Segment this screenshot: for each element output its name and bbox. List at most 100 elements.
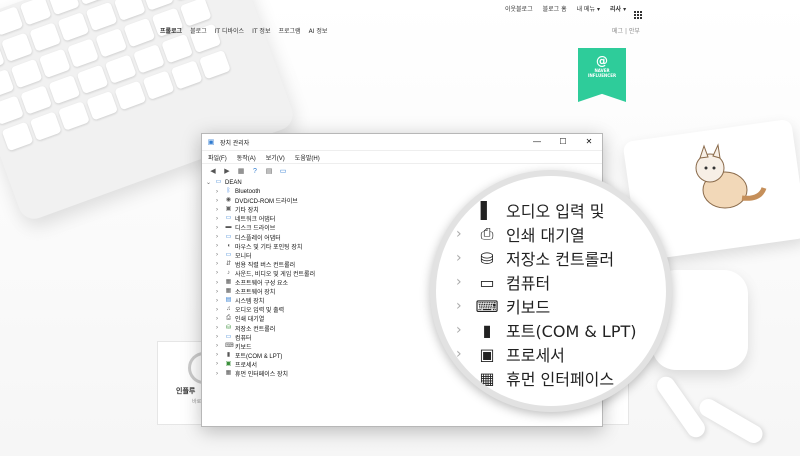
top-link[interactable]: 리사 ▾ [610, 4, 626, 13]
badge-line2: INFLUENCER [587, 73, 617, 78]
magnified-label: 인쇄 대기열 [506, 226, 585, 245]
magnified-label: 키보드 [506, 298, 551, 317]
blog-submenu[interactable]: 메그 | 안부 [612, 26, 640, 35]
chevron-right-icon[interactable]: › [216, 316, 222, 322]
tree-node[interactable]: › ▣ 프로세서 [216, 360, 257, 369]
tree-node[interactable]: › ▬ 디스크 드라이브 [216, 223, 275, 232]
minimize-button[interactable]: — [524, 134, 550, 150]
chevron-right-icon[interactable]: › [216, 325, 222, 331]
menu-help[interactable]: 도움말(H) [295, 153, 320, 162]
top-link[interactable]: 블로그 홈 [543, 4, 567, 13]
grid-view-icon[interactable]: ▦ [236, 166, 246, 176]
tree-node[interactable]: › ▭ 네트워크 어댑터 [216, 214, 275, 223]
tree-node[interactable]: › ᛒ Bluetooth [216, 187, 260, 196]
chevron-right-icon[interactable]: › [216, 243, 222, 249]
tree-node[interactable]: › ▭ 컴퓨터 [216, 333, 252, 342]
tree-node[interactable]: › ⌨ 키보드 [216, 342, 252, 351]
chevron-right-icon[interactable]: › [216, 298, 222, 304]
tree-node[interactable]: › ▣ 기타 장치 [216, 205, 259, 214]
chevron-right-icon[interactable]: › [216, 352, 222, 358]
tree-node[interactable]: › ◉ DVD/CD-ROM 드라이브 [216, 196, 298, 205]
close-button[interactable]: ✕ [576, 134, 602, 150]
back-arrow-icon[interactable]: ◀ [208, 166, 218, 176]
printer-icon: ⎙ [480, 224, 494, 243]
tree-node[interactable]: › ♪ 사운드, 비디오 및 게임 컨트롤러 [216, 269, 315, 278]
tree-node-label: 마우스 및 기타 포인팅 장치 [235, 244, 303, 251]
menu-item-it-info[interactable]: IT 정보 [252, 26, 270, 35]
chevron-right-icon[interactable]: › [216, 198, 222, 204]
tree-node-label: 저장소 컨트롤러 [235, 326, 276, 333]
tree-node-label: 디스크 드라이브 [235, 226, 276, 233]
software-component-icon: ▦ [225, 279, 232, 285]
port-icon: ▮ [482, 320, 492, 340]
menu-item-program[interactable]: 프로그램 [278, 26, 300, 35]
computer-icon: ▭ [225, 333, 232, 340]
chevron-right-icon[interactable]: › [216, 270, 222, 276]
menu-item-it-device[interactable]: IT 디바이스 [215, 26, 244, 35]
menu-item-blog[interactable]: 블로그 [190, 26, 207, 35]
chevron-right-icon: › [456, 298, 462, 314]
magnified-tree-node: › ▭ 컴퓨터 [456, 270, 550, 294]
chevron-right-icon: › [456, 202, 462, 218]
menu-action[interactable]: 동작(A) [237, 153, 256, 162]
chevron-right-icon[interactable]: › [216, 361, 222, 367]
menu-item-ai[interactable]: AI 정보 [309, 26, 328, 35]
forward-arrow-icon[interactable]: ▶ [222, 166, 232, 176]
menu-view[interactable]: 보기(V) [266, 153, 285, 162]
chevron-right-icon[interactable]: › [216, 371, 222, 377]
chevron-right-icon[interactable]: › [216, 189, 222, 195]
window-titlebar[interactable]: ▣ 장치 관리자 — ☐ ✕ [202, 134, 602, 151]
tree-node-label: 사운드, 비디오 및 게임 컨트롤러 [235, 271, 316, 278]
tree-root[interactable]: ⌄ ▭ DEAN [206, 178, 242, 187]
tree-node[interactable]: › ⛁ 저장소 컨트롤러 [216, 324, 275, 333]
magnified-tree-node: › ⎙ 인쇄 대기열 [456, 222, 585, 246]
help-icon[interactable]: ? [250, 166, 260, 176]
menu-item-prologue[interactable]: 프롤로그 [160, 26, 182, 35]
tree-root-label: DEAN [225, 179, 242, 186]
chevron-right-icon[interactable]: › [216, 307, 222, 313]
tree-node[interactable]: › ▭ 모니터 [216, 251, 252, 260]
tree-node[interactable]: › ♫ 오디오 입력 및 출력 [216, 305, 284, 314]
chevron-right-icon[interactable]: › [216, 225, 222, 231]
tree-node-label: 네트워크 어댑터 [235, 217, 276, 224]
chevron-right-icon: › [456, 250, 462, 266]
properties-icon[interactable]: ▤ [264, 166, 274, 176]
menu-file[interactable]: 파일(F) [208, 153, 227, 162]
monitor-icon: ▭ [225, 251, 232, 258]
tree-node[interactable]: › ▤ 시스템 장치 [216, 296, 264, 305]
blog-top-links: 이웃블로그 블로그 홈 내 메뉴 ▾ 리사 ▾ [505, 4, 626, 13]
monitor-icon[interactable]: ▭ [278, 166, 288, 176]
magnified-tree-node: › ⌨ 키보드 [456, 294, 550, 318]
window-title: 장치 관리자 [220, 140, 250, 147]
chevron-right-icon[interactable]: › [216, 289, 222, 295]
maximize-button[interactable]: ☐ [550, 134, 576, 150]
top-link[interactable]: 이웃블로그 [505, 4, 533, 13]
chevron-right-icon[interactable]: › [216, 252, 222, 258]
top-link[interactable]: 내 메뉴 ▾ [577, 4, 600, 13]
tree-node[interactable]: › ▮ 포트(COM & LPT) [216, 351, 282, 360]
processor-icon: ▣ [225, 360, 232, 367]
port-icon: ▮ [226, 351, 231, 358]
chevron-right-icon[interactable]: › [216, 334, 222, 340]
tree-node-label: 소프트웨어 장치 [235, 290, 276, 297]
tree-node[interactable]: › ◖ 마우스 및 기타 포인팅 장치 [216, 242, 302, 251]
chevron-right-icon[interactable]: › [216, 207, 222, 213]
tree-node[interactable]: › ⎙ 인쇄 대기열 [216, 314, 264, 323]
magnified-label: 컴퓨터 [506, 274, 551, 293]
chevron-right-icon[interactable]: › [216, 261, 222, 267]
chevron-right-icon[interactable]: › [216, 216, 222, 222]
tree-node[interactable]: › ▦ 휴먼 인터페이스 장치 [216, 369, 288, 378]
tree-node[interactable]: › ▦ 소프트웨어 장치 [216, 287, 275, 296]
tree-node[interactable]: › ⇵ 범용 직렬 버스 컨트롤러 [216, 260, 295, 269]
keyboard-icon: ⌨ [475, 296, 499, 316]
naver-influencer-badge[interactable]: @ NAVER INFLUENCER [578, 48, 626, 102]
tree-node-label: 소프트웨어 구성 요소 [235, 281, 289, 287]
tree-node[interactable]: › ▦ 소프트웨어 구성 요소 [216, 278, 288, 287]
chevron-right-icon[interactable]: › [216, 280, 222, 286]
chevron-right-icon[interactable]: › [216, 343, 222, 349]
tree-node-label: 인쇄 대기열 [235, 317, 265, 324]
tree-node[interactable]: › ▭ 디스플레이 어댑터 [216, 233, 281, 242]
chevron-down-icon[interactable]: ⌄ [206, 179, 212, 186]
chevron-right-icon[interactable]: › [216, 234, 222, 240]
grid-menu-icon[interactable] [634, 4, 642, 19]
